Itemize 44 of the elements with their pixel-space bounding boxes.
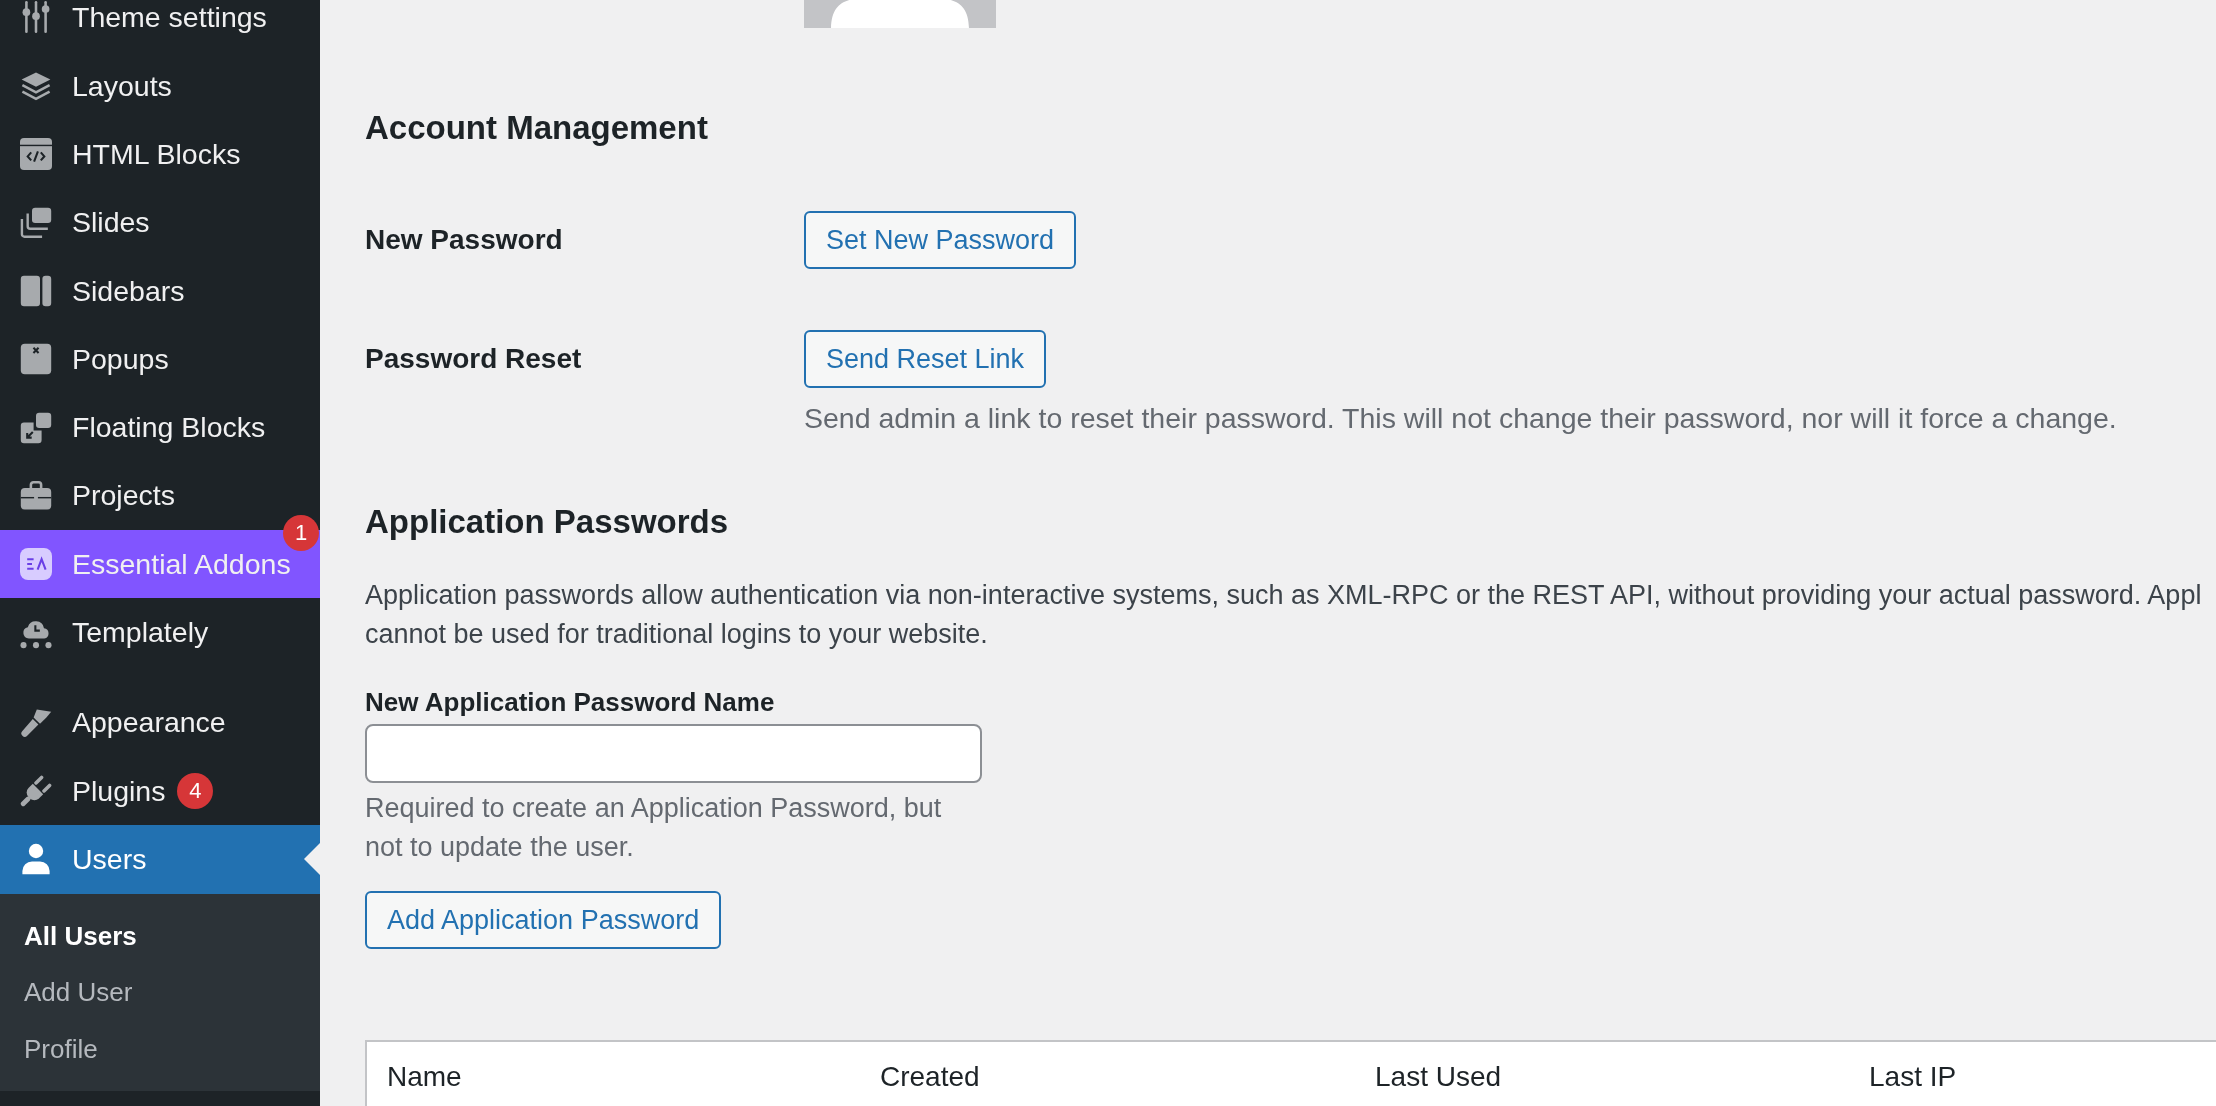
hint-text: Required to create an Application Password, but not to update the user. [365, 792, 943, 864]
notification-badge: 1 [283, 515, 319, 552]
code-window-icon [20, 138, 52, 171]
notification-badge: 4 [177, 773, 214, 810]
submenu-item[interactable]: Profile [0, 1020, 122, 1078]
split-panel-icon [20, 275, 52, 308]
submenu-item[interactable]: Add User [0, 964, 157, 1021]
menu-item[interactable]: Slides [0, 188, 320, 257]
field-label: New Application Password Name [365, 686, 775, 719]
add-password-button[interactable]: Add Application Password [365, 891, 722, 949]
column-header: Created [880, 1061, 980, 1092]
column-header: Name [387, 1061, 462, 1092]
menu-item[interactable]: Plugins 4 [0, 756, 320, 826]
menu-item[interactable]: Layouts [0, 52, 320, 121]
text-input-field[interactable] [365, 724, 982, 783]
section-heading: Account Management [365, 108, 708, 148]
plug-icon [20, 775, 52, 808]
description-text: Application passwords allow authentication via non-interactive systems, such as XML-RPC or the REST API, without providing your actual password. Appl cannot be used for traditional logins to your website. [365, 579, 2202, 651]
menu-item[interactable]: Sidebars [0, 256, 320, 326]
slides-icon [20, 206, 52, 239]
menu-item[interactable]: Templately [0, 598, 320, 667]
column-header: Last IP [1869, 1061, 1957, 1092]
menu-item[interactable]: HTML Blocks [0, 120, 320, 189]
field-label: New Password [365, 223, 563, 257]
square-x-icon [20, 343, 52, 376]
sliders-icon [20, 1, 52, 33]
menu-item[interactable]: Users [0, 825, 320, 894]
floating-squares-icon [20, 411, 52, 444]
set-password-button[interactable]: Set New Password [804, 211, 1077, 269]
briefcase-icon [20, 479, 52, 512]
description-text: Send admin a link to reset their password. This will not change their password, nor will it force a change. [804, 401, 2117, 436]
menu-item[interactable]: Floating Blocks [0, 393, 320, 462]
field-label: Password Reset [365, 342, 582, 376]
logo-icon [20, 548, 52, 581]
column-header: Last Used [1375, 1061, 1502, 1092]
current-page-pointer-icon [304, 843, 320, 876]
section-heading: Application Passwords [365, 502, 729, 542]
menu-item[interactable]: Appearance [0, 688, 320, 757]
layers-icon [20, 70, 52, 103]
menu-item[interactable]: Theme settings [0, 0, 320, 52]
reset-link-button[interactable]: Send Reset Link [804, 330, 1047, 388]
submenu-item[interactable]: All Users [0, 907, 161, 965]
menu-item[interactable]: Popups [0, 325, 320, 394]
user-icon [20, 843, 52, 876]
